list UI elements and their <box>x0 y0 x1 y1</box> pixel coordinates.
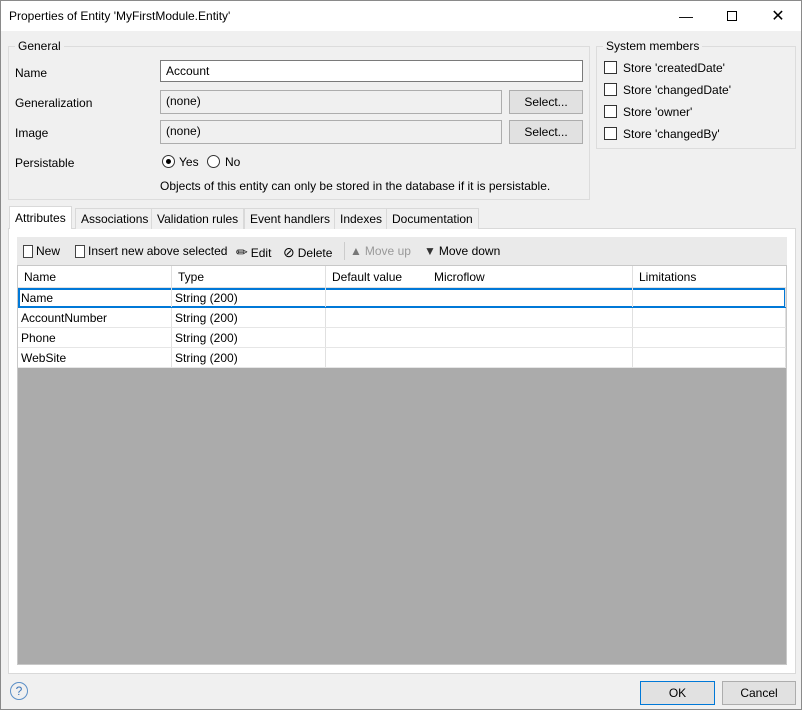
table-cell <box>633 348 786 367</box>
attributes-grid: Name Type Default value Microflow Limita… <box>17 265 787 665</box>
table-cell <box>326 288 428 307</box>
tab-event-handlers[interactable]: Event handlers <box>244 208 337 229</box>
edit-button[interactable]: ✏︎ Edit <box>236 244 271 261</box>
store-changeddate-checkbox[interactable] <box>604 83 617 96</box>
pencil-icon: ✏︎ <box>236 244 248 260</box>
column-header-name[interactable]: Name <box>18 266 172 287</box>
new-button[interactable]: New <box>23 244 60 258</box>
image-select-button[interactable]: Select... <box>509 120 583 144</box>
column-header-type[interactable]: Type <box>172 266 326 287</box>
table-cell <box>428 308 633 327</box>
help-icon[interactable]: ? <box>10 682 28 700</box>
table-cell: WebSite <box>18 348 172 367</box>
table-cell <box>326 308 428 327</box>
table-row[interactable]: Name String (200) <box>18 288 786 308</box>
table-cell <box>428 348 633 367</box>
table-cell: String (200) <box>172 328 326 347</box>
table-cell <box>428 328 633 347</box>
table-cell: AccountNumber <box>18 308 172 327</box>
table-cell: Phone <box>18 328 172 347</box>
tab-associations[interactable]: Associations <box>75 208 155 229</box>
minimize-icon[interactable]: — <box>663 1 709 31</box>
tab-documentation[interactable]: Documentation <box>386 208 479 229</box>
table-row[interactable]: AccountNumber String (200) <box>18 308 786 328</box>
table-cell: String (200) <box>172 308 326 327</box>
store-owner-checkbox[interactable] <box>604 105 617 118</box>
generalization-field: (none) <box>160 90 502 114</box>
name-input[interactable]: Account <box>160 60 583 82</box>
store-changeddate-label: Store 'changedDate' <box>623 83 731 97</box>
close-icon[interactable]: ✕ <box>755 1 801 31</box>
delete-button[interactable]: ⊘ Delete <box>283 244 332 261</box>
table-cell: String (200) <box>172 348 326 367</box>
table-cell <box>633 288 786 307</box>
insert-above-button[interactable]: Insert new above selected <box>75 244 227 258</box>
ok-button[interactable]: OK <box>640 681 715 705</box>
store-createddate-label: Store 'createdDate' <box>623 61 725 75</box>
general-legend: General <box>15 39 64 53</box>
yes-label: Yes <box>179 155 199 169</box>
store-createddate-checkbox[interactable] <box>604 61 617 74</box>
system-members-legend: System members <box>603 39 703 53</box>
window-title: Properties of Entity 'MyFirstModule.Enti… <box>9 9 231 23</box>
store-changedby-checkbox[interactable] <box>604 127 617 140</box>
table-cell: Name <box>18 288 172 307</box>
tab-indexes[interactable]: Indexes <box>334 208 389 229</box>
move-up-label: Move up <box>364 244 411 258</box>
image-label: Image <box>15 126 49 140</box>
insert-label: Insert new above selected <box>88 244 228 258</box>
move-up-button[interactable]: ▲ Move up <box>350 244 411 258</box>
persistable-no-radio[interactable] <box>207 155 220 168</box>
delete-icon: ⊘ <box>283 244 295 260</box>
image-field: (none) <box>160 120 502 144</box>
new-label: New <box>36 244 61 258</box>
name-label: Name <box>15 66 48 80</box>
column-header-limitations[interactable]: Limitations <box>633 266 786 287</box>
persistable-note: Objects of this entity can only be store… <box>160 179 551 193</box>
table-cell <box>633 308 786 327</box>
new-document-icon <box>23 244 33 258</box>
tab-validation-rules[interactable]: Validation rules <box>151 208 245 229</box>
grid-header: Name Type Default value Microflow Limita… <box>18 266 786 288</box>
table-row[interactable]: Phone String (200) <box>18 328 786 348</box>
column-header-default-value[interactable]: Default value <box>326 266 428 287</box>
store-changedby-label: Store 'changedBy' <box>623 127 720 141</box>
edit-label: Edit <box>250 245 272 260</box>
title-bar: Properties of Entity 'MyFirstModule.Enti… <box>1 1 801 31</box>
move-down-label: Move down <box>438 244 501 258</box>
no-label: No <box>225 155 241 169</box>
triangle-down-icon: ▼ <box>424 244 436 258</box>
triangle-up-icon: ▲ <box>350 244 362 258</box>
delete-label: Delete <box>297 245 333 260</box>
cancel-button[interactable]: Cancel <box>722 681 796 705</box>
table-cell <box>326 348 428 367</box>
table-cell <box>428 288 633 307</box>
move-down-button[interactable]: ▼ Move down <box>424 244 500 258</box>
column-header-microflow[interactable]: Microflow <box>428 266 633 287</box>
table-row[interactable]: WebSite String (200) <box>18 348 786 368</box>
persistable-label: Persistable <box>15 156 75 170</box>
table-cell <box>633 328 786 347</box>
table-cell <box>326 328 428 347</box>
table-cell: String (200) <box>172 288 326 307</box>
generalization-label: Generalization <box>15 96 93 110</box>
toolbar-divider <box>344 242 345 260</box>
tab-attributes[interactable]: Attributes <box>9 206 72 229</box>
attributes-toolbar: New Insert new above selected ✏︎ Edit ⊘ De… <box>17 237 787 265</box>
persistable-yes-radio[interactable] <box>162 155 175 168</box>
maximize-icon[interactable] <box>709 1 755 31</box>
generalization-select-button[interactable]: Select... <box>509 90 583 114</box>
store-owner-label: Store 'owner' <box>623 105 693 119</box>
insert-document-icon <box>75 244 85 258</box>
